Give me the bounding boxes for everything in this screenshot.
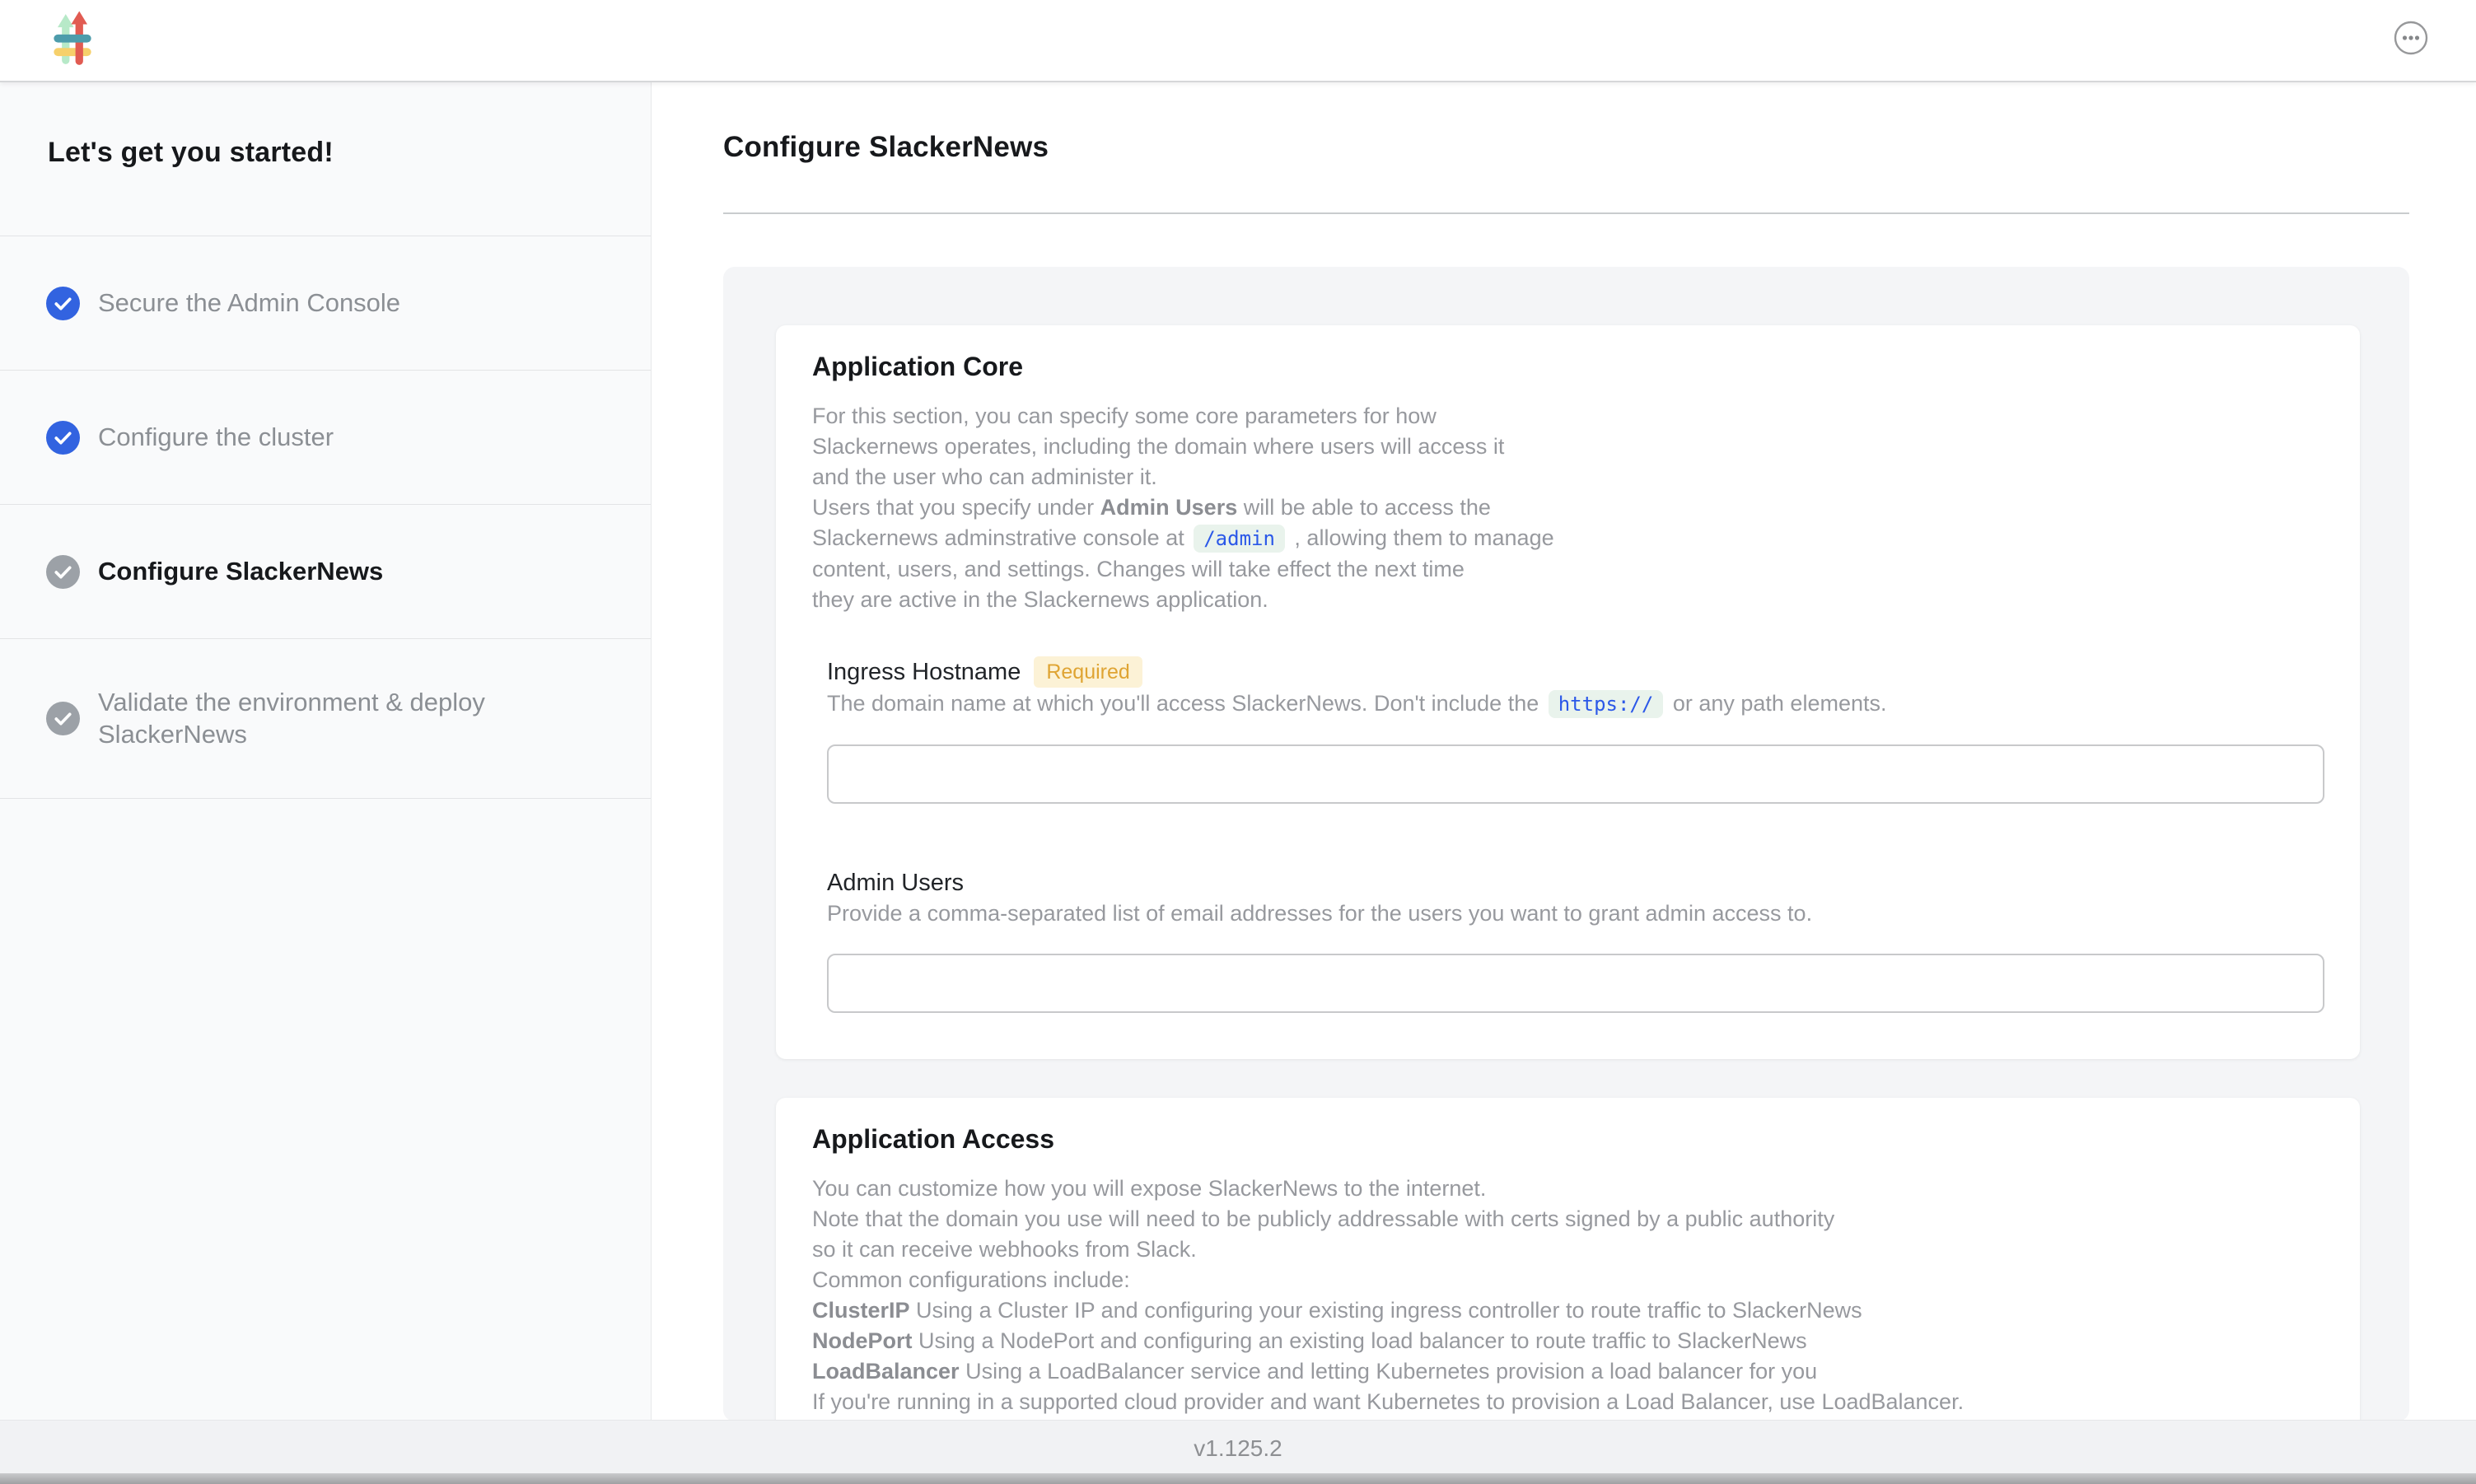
window-bottom-edge [0, 1473, 2476, 1484]
page-title: Configure SlackerNews [723, 130, 2476, 165]
footer: v1.125.2 [0, 1420, 2476, 1484]
step-label: Secure the Admin Console [98, 287, 400, 320]
config-panel: Application Core For this section, you c… [723, 267, 2409, 1421]
sidebar-step-configure-cluster[interactable]: Configure the cluster [0, 370, 651, 504]
setup-steps-sidebar: Let's get you started! Secure the Admin … [0, 82, 652, 1420]
admin-users-label: Admin Users [827, 868, 964, 898]
card-description: For this section, you can specify some c… [812, 401, 2324, 615]
slackernews-hash-logo-icon [51, 11, 94, 68]
card-title: Application Core [812, 350, 2324, 383]
version-label: v1.125.2 [1194, 1435, 1282, 1462]
step-label: Configure the cluster [98, 422, 334, 454]
check-circle-icon [46, 702, 80, 735]
admin-users-input[interactable] [827, 954, 2324, 1013]
check-circle-icon [46, 287, 80, 320]
ellipsis-circle-icon [2394, 45, 2428, 58]
step-label: Configure SlackerNews [98, 556, 383, 588]
check-circle-icon [46, 555, 80, 589]
topbar [0, 0, 2476, 82]
sidebar-step-configure-slackernews[interactable]: Configure SlackerNews [0, 504, 651, 638]
ingress-hostname-help: The domain name at which you'll access S… [827, 688, 2324, 720]
admin-users-help: Provide a comma-separated list of email … [827, 898, 2324, 929]
application-access-card: Application Access You can customize how… [776, 1098, 2360, 1421]
slackernews-setup-page: { "topbar": { "logo_icon": "slackernews-… [0, 0, 2476, 1484]
sidebar-title: Let's get you started! [0, 82, 651, 236]
application-core-card: Application Core For this section, you c… [776, 325, 2360, 1059]
step-label: Validate the environment & deploy Slacke… [98, 687, 526, 751]
card-description: You can customize how you will expose Sl… [812, 1174, 2324, 1417]
config-main-area: Configure SlackerNews Application Core F… [652, 82, 2476, 1420]
title-divider [723, 212, 2409, 214]
sidebar-step-secure-admin-console[interactable]: Secure the Admin Console [0, 236, 651, 370]
ingress-hostname-input[interactable] [827, 744, 2324, 804]
ingress-hostname-label: Ingress Hostname [827, 657, 1021, 687]
admin-users-field-group: Admin Users Provide a comma-separated li… [827, 868, 2324, 1013]
card-title: Application Access [812, 1122, 2324, 1155]
more-menu-button[interactable] [2394, 21, 2428, 55]
check-circle-icon [46, 421, 80, 455]
sidebar-step-validate-and-deploy[interactable]: Validate the environment & deploy Slacke… [0, 638, 651, 799]
required-badge: Required [1034, 656, 1142, 688]
ingress-hostname-field-group: Ingress Hostname Required The domain nam… [827, 656, 2324, 804]
